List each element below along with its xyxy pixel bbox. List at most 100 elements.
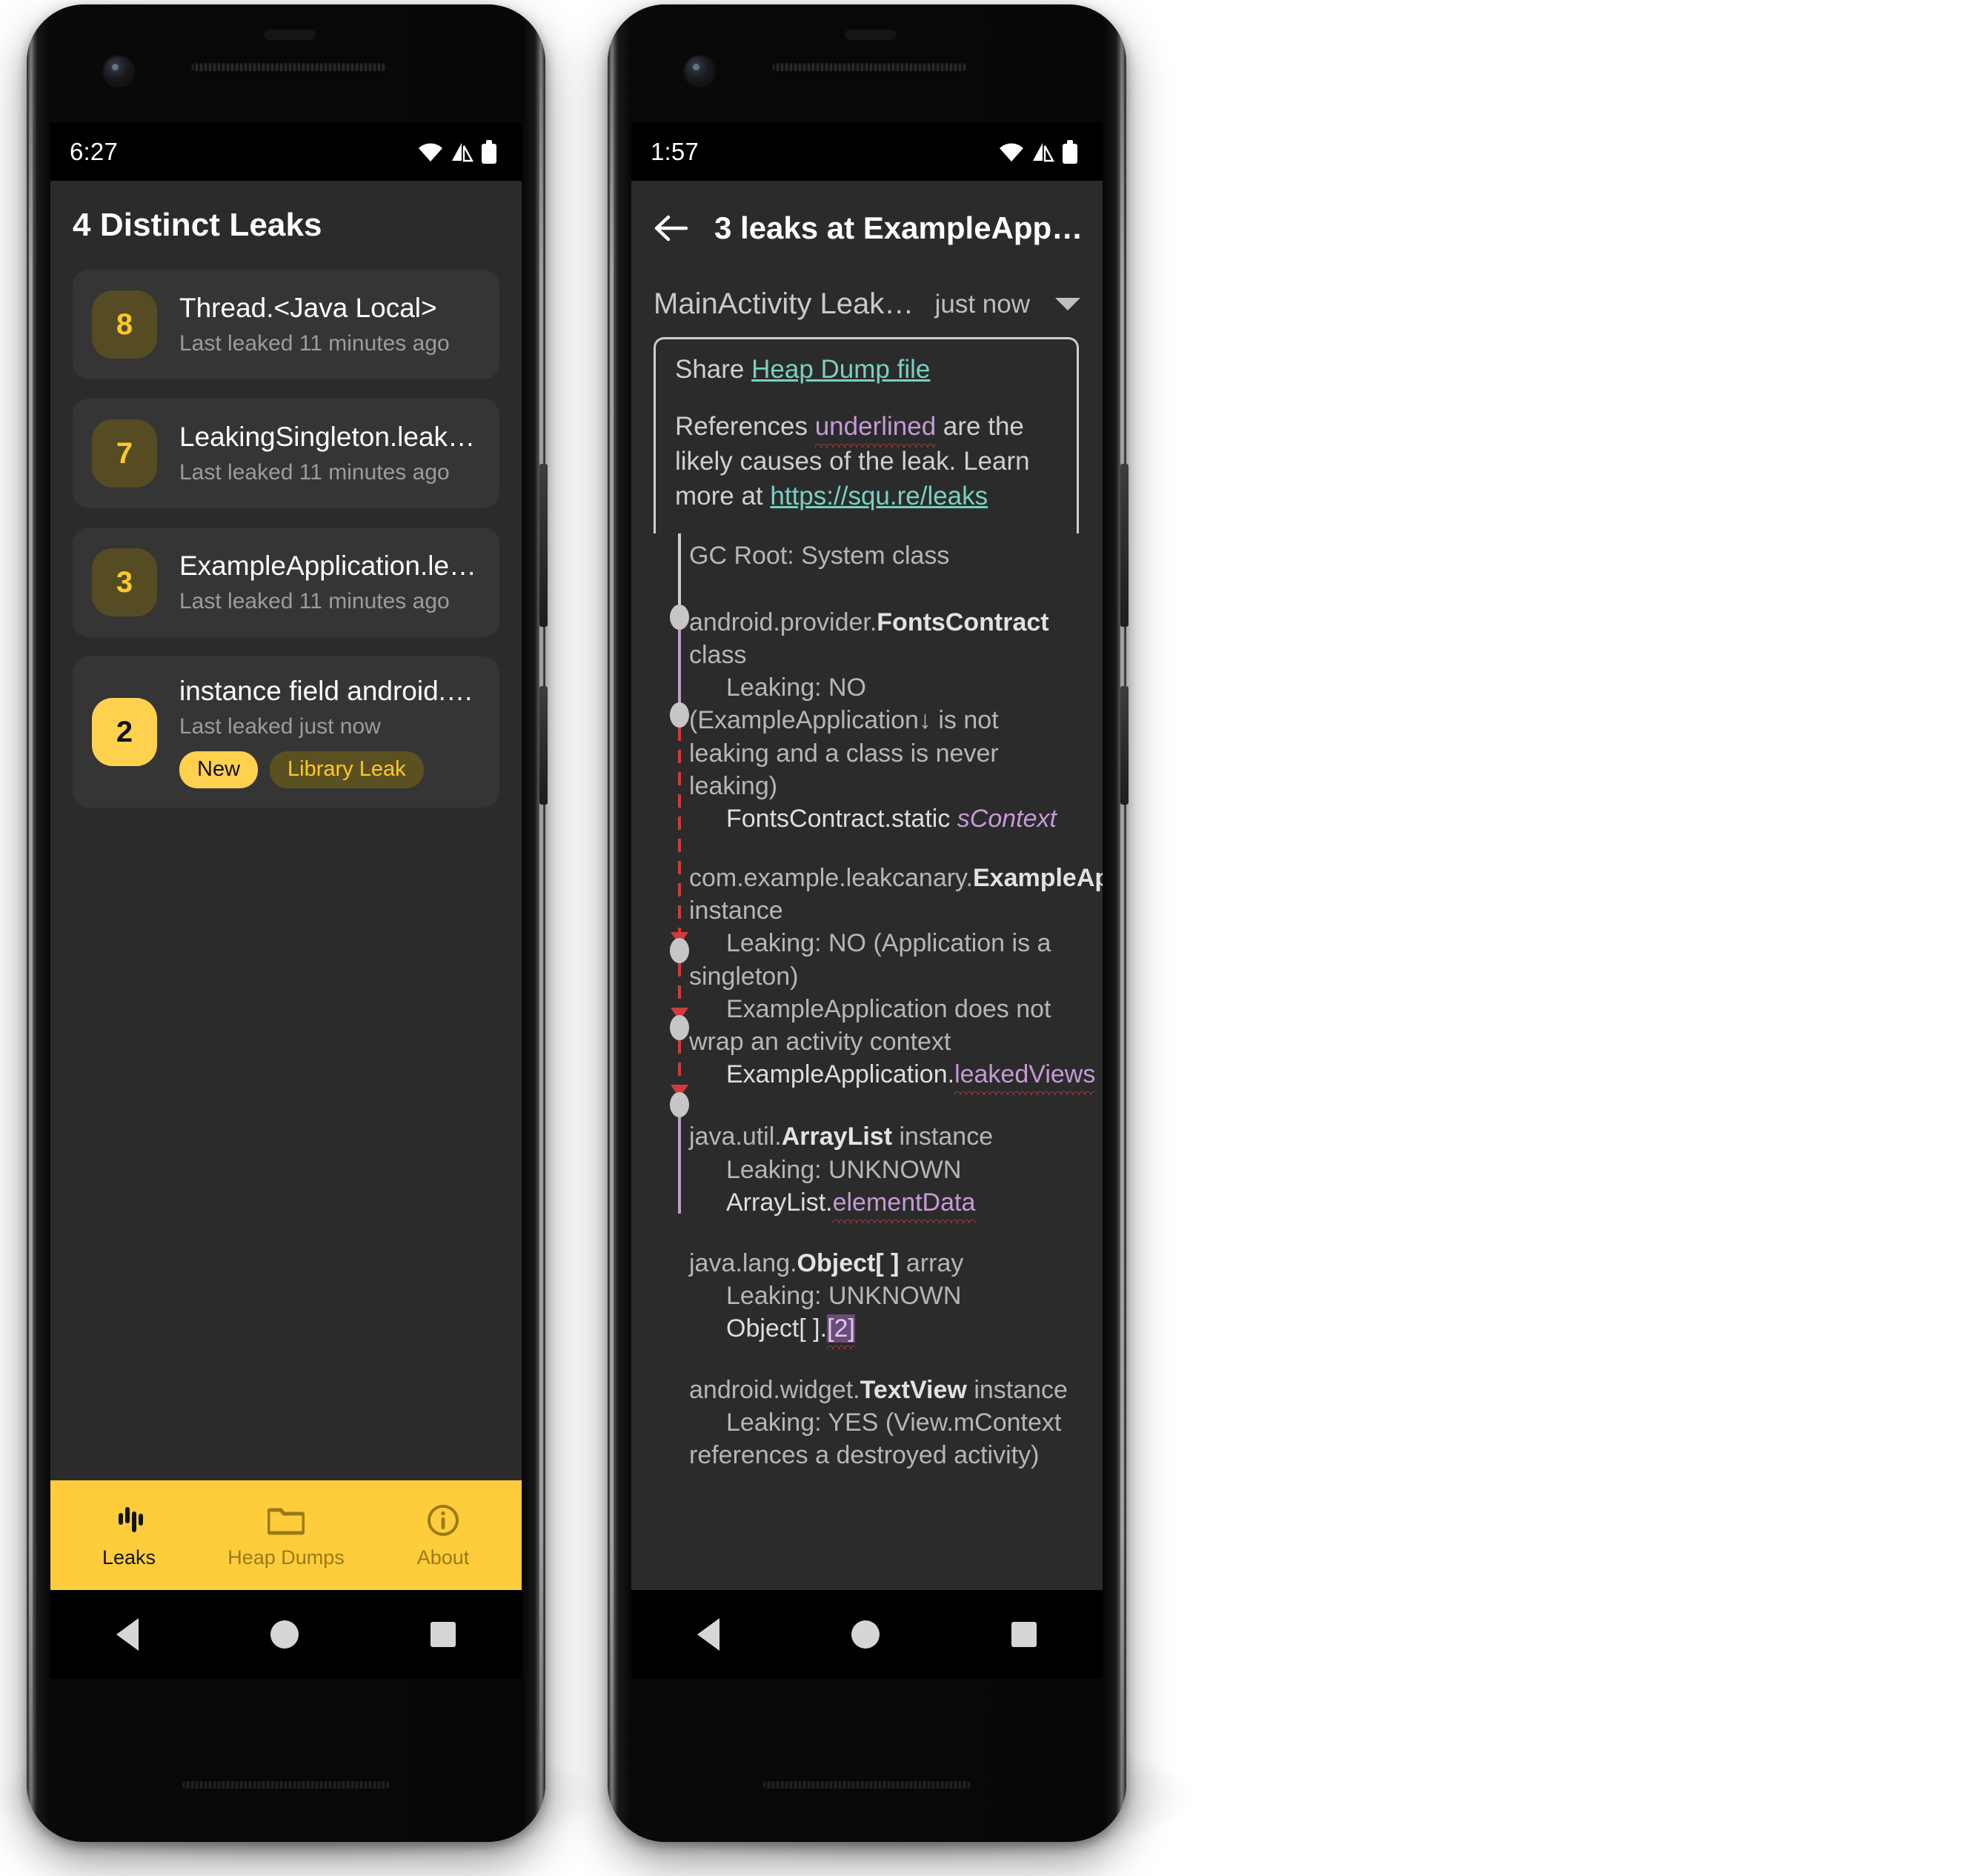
leaks-docs-link[interactable]: https://squ.re/leaks	[770, 482, 988, 510]
page-title: 4 Distinct Leaks	[73, 207, 322, 243]
list-item[interactable]: 7 LeakingSingleton.leakedViews Last leak…	[73, 399, 499, 508]
node-kind: class	[689, 640, 747, 669]
left-system-nav[interactable]	[50, 1590, 522, 1679]
battery-icon	[1063, 140, 1077, 164]
trace-node[interactable]: com.example.leakcanary. ExampleApplicatio…	[631, 862, 1103, 1091]
node-reference-prefix: FontsContract.static	[726, 804, 957, 833]
references-line: References underlined are the likely cau…	[675, 410, 1057, 514]
node-reference-name: [2]	[827, 1314, 855, 1343]
status-icons	[999, 140, 1077, 164]
back-icon[interactable]	[116, 1618, 139, 1651]
bottom-navigation[interactable]: Leaks Heap Dumps About	[50, 1480, 522, 1590]
info-circle-icon	[425, 1502, 461, 1539]
status-badge-new: New	[179, 751, 259, 789]
leak-subtitle: Last leaked 11 minutes ago	[179, 459, 450, 485]
back-icon[interactable]	[697, 1618, 719, 1651]
nav-item-leaks[interactable]: Leaks	[50, 1480, 207, 1590]
home-icon[interactable]	[851, 1620, 880, 1649]
node-kind: array	[899, 1248, 964, 1277]
top-sensor-slot	[264, 30, 316, 40]
wifi-icon	[1000, 143, 1023, 162]
list-item[interactable]: 2 instance field android.app.Acti… Last …	[73, 656, 499, 808]
gc-root-label: GC Root: System class	[689, 541, 950, 570]
node-kind: instance	[892, 1122, 994, 1151]
node-status-line: Leaking: UNKNOWN	[726, 1282, 962, 1311]
earpiece-speaker	[772, 62, 968, 71]
node-package: java.lang.	[689, 1248, 797, 1277]
left-phone-edge-left	[29, 24, 33, 1823]
heap-dump-spinner[interactable]: just now	[935, 290, 1080, 319]
node-status-line: Leaking: NO (Application is a singleton)	[689, 929, 1051, 991]
right-phone-volume-button[interactable]	[1120, 686, 1129, 805]
left-phone-volume-button[interactable]	[539, 686, 548, 805]
page-title: 3 leaks at ExampleApplication.le…	[714, 210, 1083, 245]
left-phone: 6:27 4 Distinct Leaks 8 Thread.<Java Loc…	[27, 4, 548, 1842]
nav-item-about[interactable]: About	[365, 1480, 522, 1590]
signal-icon	[452, 143, 474, 162]
leak-count-badge: 2	[92, 698, 157, 767]
home-icon[interactable]	[270, 1620, 299, 1649]
trace-node-text: android.widget.TextView instance Leaking…	[689, 1374, 1080, 1472]
trace-node[interactable]: java.lang.Object[ ] array Leaking: UNKNO…	[631, 1247, 1103, 1346]
right-system-nav[interactable]	[631, 1590, 1103, 1679]
list-item[interactable]: 3 ExampleApplication.leakedVie… Last lea…	[73, 528, 499, 637]
node-package: com.example.leakcanary.	[689, 864, 973, 893]
nav-item-label: About	[416, 1546, 470, 1569]
leak-text: LeakingSingleton.leakedViews Last leaked…	[179, 422, 480, 485]
node-reference-prefix: ExampleApplication.	[726, 1060, 955, 1089]
node-reference-line: FontsContract.static sContext	[689, 802, 1080, 835]
leak-info-box: Share Heap Dump file References underlin…	[654, 337, 1079, 533]
leak-list[interactable]: 8 Thread.<Java Local> Last leaked 11 min…	[50, 270, 522, 808]
leaks-toolbar: 4 Distinct Leaks	[50, 181, 522, 270]
leak-heading: MainActivity Leaked	[654, 287, 917, 320]
back-arrow-icon[interactable]	[651, 207, 692, 249]
node-package: java.util.	[689, 1122, 782, 1151]
node-reference-line: ArrayList.elementData	[689, 1186, 1080, 1219]
leaks-bars-icon	[111, 1502, 147, 1539]
list-item[interactable]: 8 Thread.<Java Local> Last leaked 11 min…	[73, 270, 499, 379]
leak-text: instance field android.app.Acti… Last le…	[179, 676, 480, 789]
trace-node-dot	[670, 1091, 689, 1117]
status-time: 1:57	[651, 138, 699, 165]
leak-count-badge: 7	[92, 419, 157, 488]
node-status-line: Leaking: UNKNOWN	[726, 1155, 962, 1184]
refs-underlined-sample: underlined	[814, 411, 937, 441]
signal-icon	[1033, 143, 1055, 162]
leak-title: ExampleApplication.leakedVie…	[179, 551, 480, 582]
node-reference-line: ExampleApplication.leakedViews	[689, 1058, 1095, 1091]
trace-node[interactable]: android.widget.TextView instance Leaking…	[631, 1374, 1103, 1472]
node-reference-line: Object[ ].[2]	[689, 1312, 1080, 1345]
leak-text: ExampleApplication.leakedVie… Last leake…	[179, 551, 480, 614]
leak-title: Thread.<Java Local>	[179, 293, 437, 324]
leak-subtitle: Last leaked 11 minutes ago	[179, 330, 450, 356]
right-phone-power-button[interactable]	[1120, 464, 1129, 627]
right-phone-screen: 1:57 3 leaks at ExampleAppli MainActivit…	[631, 123, 1103, 1679]
left-app-content: 4 Distinct Leaks 8 Thread.<Java Local> L…	[50, 181, 522, 1590]
leak-subtitle: Last leaked 11 minutes ago	[179, 588, 450, 613]
leak-trace: GC Root: System class android.provider.F…	[631, 533, 1103, 1472]
left-phone-power-button[interactable]	[539, 464, 548, 627]
wifi-icon	[419, 143, 442, 162]
leak-subtitle: Last leaked just now	[179, 714, 381, 739]
status-badge-library-leak: Library Leak	[270, 751, 424, 789]
node-status-line: Leaking: NO (ExampleApplication↓ is not …	[689, 673, 999, 800]
detail-toolbar: 3 leaks at ExampleApplication.le…	[631, 181, 1103, 276]
node-class: Object[ ]	[797, 1248, 900, 1277]
trace-node[interactable]: java.util.ArrayList instance Leaking: UN…	[631, 1120, 1103, 1219]
trace-node[interactable]: android.provider.FontsContract class Lea…	[631, 606, 1103, 835]
nav-item-heap-dumps[interactable]: Heap Dumps	[207, 1480, 365, 1590]
front-camera-icon	[685, 56, 714, 86]
node-status-line: ExampleApplication does not wrap an acti…	[689, 994, 1051, 1056]
node-kind: instance	[689, 897, 783, 925]
node-status-line: Leaking: YES (View.mContext references a…	[689, 1408, 1062, 1469]
left-phone-screen: 6:27 4 Distinct Leaks 8 Thread.<Java Loc…	[50, 123, 522, 1679]
heap-dump-file-link[interactable]: Heap Dump file	[751, 355, 930, 384]
recents-icon[interactable]	[431, 1622, 456, 1647]
recents-icon[interactable]	[1011, 1622, 1037, 1647]
trace-gc-root: GC Root: System class	[631, 533, 1103, 572]
trace-node-text: com.example.leakcanary. ExampleApplicatio…	[689, 862, 1103, 1091]
node-reference-name: leakedViews	[954, 1060, 1096, 1089]
leak-badges: New Library Leak	[179, 751, 480, 789]
trace-node-text: java.lang.Object[ ] array Leaking: UNKNO…	[689, 1247, 1080, 1346]
battery-icon	[482, 140, 496, 164]
